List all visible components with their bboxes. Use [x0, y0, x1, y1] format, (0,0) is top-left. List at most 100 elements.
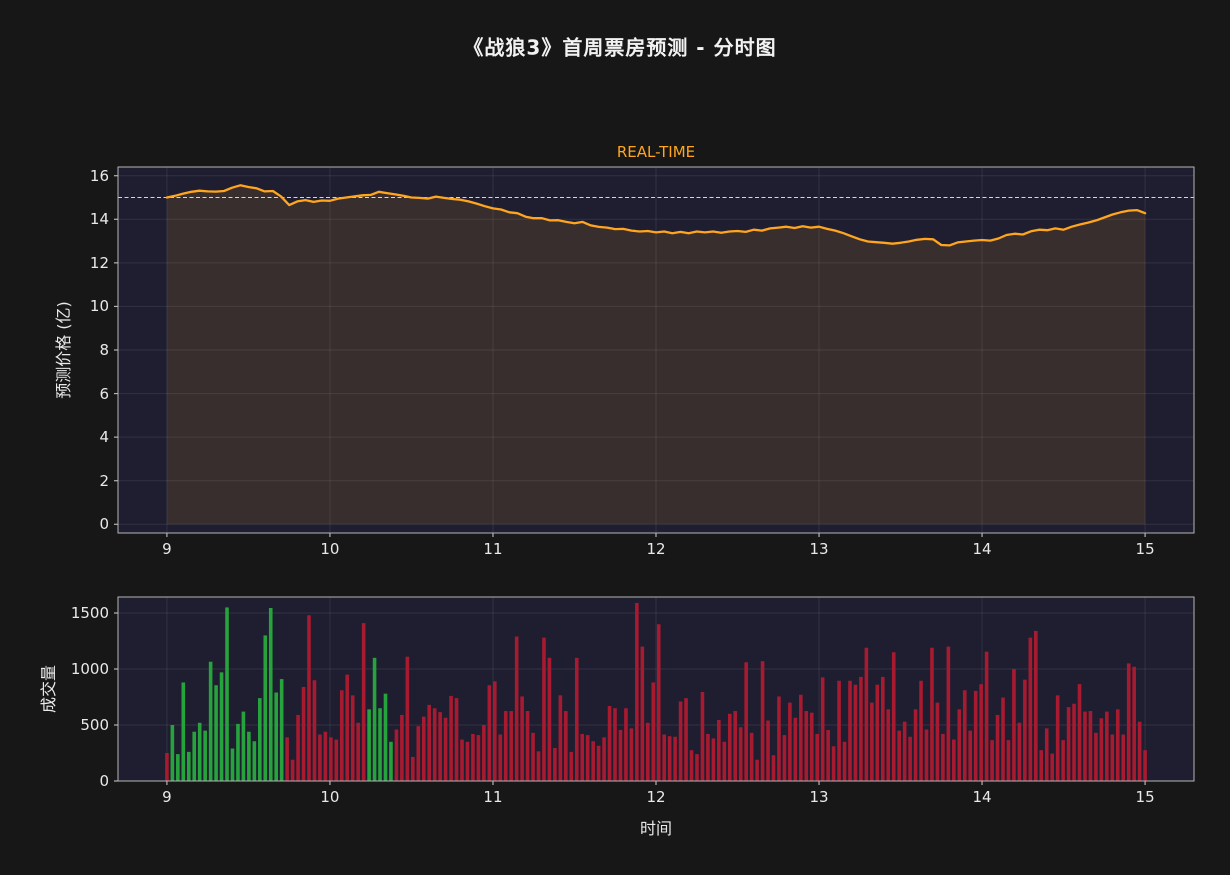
volume-bar — [455, 698, 459, 781]
volume-bar — [515, 637, 519, 781]
volume-bar — [886, 709, 890, 781]
y-tick-label-price: 4 — [99, 428, 109, 446]
x-tick-label-price: 12 — [646, 540, 665, 558]
volume-bar — [788, 703, 792, 781]
volume-bar — [269, 608, 273, 781]
volume-bar — [591, 741, 595, 781]
volume-bar — [580, 734, 584, 781]
volume-bar — [548, 658, 552, 781]
volume-bar — [329, 737, 333, 781]
volume-bar — [739, 727, 743, 781]
subplot-title-realtime: REAL-TIME — [617, 143, 695, 161]
volume-bar — [296, 715, 300, 781]
volume-bar — [263, 635, 267, 781]
volume-bar — [1067, 707, 1071, 781]
volume-bar — [373, 658, 377, 781]
volume-bar — [400, 715, 404, 781]
volume-bar — [602, 737, 606, 781]
volume-bar — [225, 607, 229, 781]
volume-bar — [952, 740, 956, 781]
volume-bar — [761, 661, 765, 781]
volume-bar — [575, 658, 579, 781]
volume-bar — [504, 711, 508, 781]
volume-bar — [1116, 709, 1120, 781]
volume-bar — [345, 675, 349, 781]
volume-bar — [695, 754, 699, 781]
y-tick-label-volume: 0 — [99, 772, 109, 790]
volume-bar — [701, 692, 705, 781]
y-tick-label-price: 2 — [99, 472, 109, 490]
volume-bar — [291, 760, 295, 781]
y-tick-label-price: 12 — [90, 254, 109, 272]
volume-bar — [313, 680, 317, 781]
volume-bar — [1138, 722, 1142, 781]
volume-bar — [996, 715, 1000, 781]
volume-bar — [509, 711, 513, 781]
volume-bar — [684, 698, 688, 781]
x-tick-label-volume: 12 — [646, 788, 665, 806]
volume-bar — [1111, 735, 1115, 781]
volume-bar — [673, 737, 677, 781]
volume-bar — [985, 652, 989, 781]
volume-bar — [635, 603, 639, 781]
x-tick-label-volume: 14 — [973, 788, 992, 806]
volume-bar — [974, 691, 978, 781]
volume-bar — [165, 753, 169, 781]
volume-bar — [728, 714, 732, 781]
volume-bar — [411, 757, 415, 781]
volume-bar — [356, 723, 360, 781]
y-tick-label-price: 10 — [90, 297, 109, 315]
volume-bar — [198, 723, 202, 781]
volume-bar — [897, 731, 901, 781]
volume-bar — [1094, 733, 1098, 781]
volume-bar — [1056, 695, 1060, 781]
y-tick-label-price: 6 — [99, 385, 109, 403]
volume-bar — [597, 746, 601, 781]
volume-bar — [1023, 680, 1027, 781]
volume-bar — [744, 662, 748, 781]
volume-bar — [477, 735, 481, 781]
volume-bar — [531, 733, 535, 781]
volume-bar — [865, 648, 869, 781]
volume-bar — [930, 648, 934, 781]
x-tick-label-price: 9 — [162, 540, 172, 558]
volume-bar — [947, 647, 951, 781]
volume-bar — [619, 730, 623, 781]
volume-bar — [482, 725, 486, 781]
volume-bar — [925, 729, 929, 781]
volume-bar — [1143, 750, 1147, 781]
volume-bar — [1045, 728, 1049, 781]
x-tick-label-volume: 10 — [320, 788, 339, 806]
volume-bar — [662, 735, 666, 781]
volume-bar — [422, 717, 426, 781]
volume-bar — [586, 735, 590, 781]
y-tick-label-volume: 1500 — [71, 604, 109, 622]
volume-bar — [979, 684, 983, 781]
volume-bar — [854, 685, 858, 781]
volume-bar — [1039, 750, 1043, 781]
volume-bar — [553, 748, 557, 781]
volume-bar — [1121, 735, 1125, 781]
volume-bar — [324, 732, 328, 781]
volume-bar — [843, 742, 847, 781]
y-tick-label-price: 8 — [99, 341, 109, 359]
volume-bar — [706, 734, 710, 781]
volume-axis-label: 成交量 — [35, 665, 59, 713]
volume-bar — [630, 728, 634, 781]
volume-bar — [941, 734, 945, 781]
y-tick-label-volume: 1000 — [71, 660, 109, 678]
volume-bar — [936, 703, 940, 781]
volume-bar — [957, 709, 961, 781]
volume-bar — [859, 677, 863, 781]
volume-bar — [466, 742, 470, 781]
volume-bar — [1001, 698, 1005, 781]
x-tick-label-volume: 11 — [483, 788, 502, 806]
volume-bar — [881, 677, 885, 781]
volume-bar — [520, 696, 524, 781]
volume-bar — [870, 703, 874, 781]
x-tick-label-price: 10 — [320, 540, 339, 558]
volume-bar — [182, 682, 186, 781]
volume-bar — [406, 657, 410, 781]
volume-bar — [968, 731, 972, 781]
chart-title: 《战狼3》首周票房预测 - 分时图 — [463, 32, 776, 61]
